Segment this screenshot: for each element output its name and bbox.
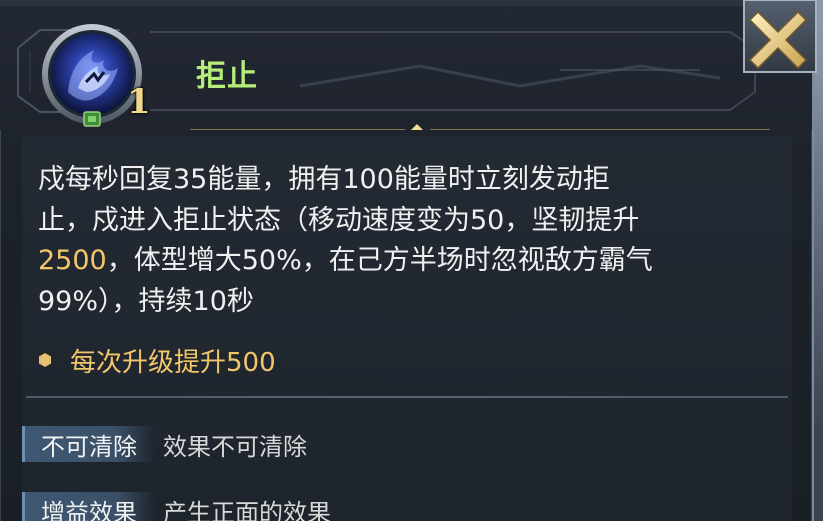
tag-description: 产生正面的效果 xyxy=(163,498,331,521)
highlight-value: 2500 xyxy=(38,245,107,276)
tag-label: 不可清除 xyxy=(22,426,155,462)
upgrade-bonus-text: 每次升级提升500 xyxy=(70,347,276,378)
tag-row-uncleansable: 不可清除 效果不可清除 xyxy=(22,424,307,464)
close-x-icon[interactable] xyxy=(742,0,820,74)
description-line-1: 戍每秒回复35能量，拥有100能量时立刻发动拒 xyxy=(38,164,610,195)
tag-description: 效果不可清除 xyxy=(163,432,307,461)
section-divider xyxy=(26,396,788,398)
skill-name: 拒止 xyxy=(196,59,258,94)
upgrade-bonus-row: 每次升级提升500 xyxy=(38,342,276,378)
tooltip-panel: 1 拒止 戍每秒回复35能量，拥有100能量时立刻发动拒 止，戍进入拒止状态（移… xyxy=(0,0,817,521)
description-line-4: 99%），持续10秒 xyxy=(38,285,254,317)
tag-row-buff: 增益效果 产生正面的效果 xyxy=(22,490,331,521)
close-button[interactable] xyxy=(742,0,820,74)
tooltip-header: 1 拒止 xyxy=(0,0,812,130)
description-line-3-rest: ，体型增大50%，在己方半场时忽视敌方霸气 xyxy=(106,245,653,276)
description-line-3: 2500，体型增大50%，在己方半场时忽视敌方霸气 xyxy=(38,241,798,282)
hexagon-bullet-icon xyxy=(39,353,51,367)
skill-description: 戍每秒回复35能量，拥有100能量时立刻发动拒 止，戍进入拒止状态（移动速度变为… xyxy=(38,160,798,322)
skill-level-badge: 1 xyxy=(127,82,151,122)
description-line-2: 止，戍进入拒止状态（移动速度变为50，坚韧提升 xyxy=(38,204,640,236)
tag-label: 增益效果 xyxy=(22,492,155,521)
skill-tooltip-window: 1 拒止 戍每秒回复35能量，拥有100能量时立刻发动拒 止，戍进入拒止状态（移… xyxy=(0,0,823,521)
